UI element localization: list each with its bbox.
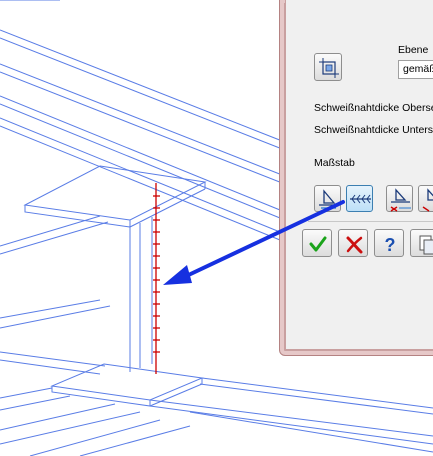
pointer-arrow-icon [163,200,345,285]
annotation-overlay [163,200,345,285]
